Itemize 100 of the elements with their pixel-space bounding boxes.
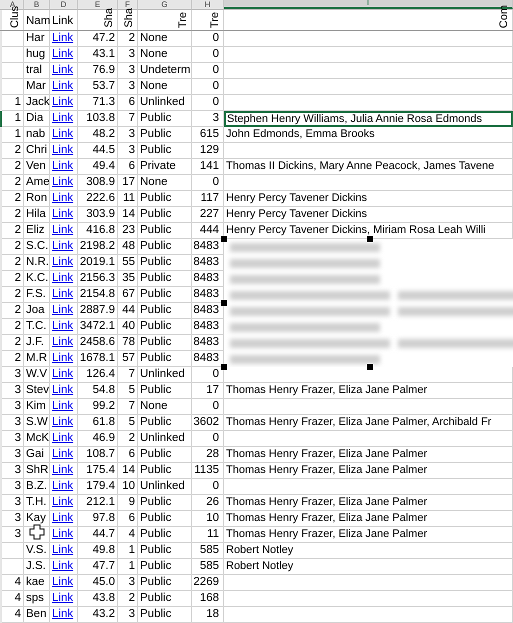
tree-count-cell: 3 [212, 111, 219, 126]
link[interactable]: Link [52, 319, 74, 334]
cluster-cell: 3 [14, 527, 21, 542]
resize-handle-icon[interactable] [221, 236, 227, 242]
name-cell: Dia [26, 111, 44, 126]
link[interactable]: Link [52, 479, 74, 494]
cluster-cell: 1 [14, 111, 21, 126]
tree-cell: Unlinked [140, 367, 185, 382]
link[interactable]: Link [52, 175, 74, 190]
cluster-cell: 2 [14, 335, 21, 350]
name-cell: J.S. [26, 559, 46, 574]
cluster-cell: 3 [14, 511, 21, 526]
link[interactable]: Link [52, 223, 74, 238]
column-letter[interactable]: E [94, 0, 100, 9]
link[interactable]: Link [52, 399, 74, 414]
link[interactable]: Link [52, 335, 74, 350]
link[interactable]: Link [52, 79, 74, 94]
link[interactable]: Link [52, 31, 74, 46]
link[interactable]: Link [52, 367, 74, 382]
link[interactable]: Link [52, 447, 74, 462]
link[interactable]: Link [52, 191, 74, 206]
share-cell: 53.7 [92, 79, 115, 94]
tree-count-cell: 0 [212, 175, 219, 190]
cluster-cell: 1 [14, 127, 21, 142]
name-cell: Chri [26, 143, 48, 158]
count-cell: 2 [128, 31, 135, 46]
share-cell: 44.7 [92, 527, 115, 542]
cluster-cell: 3 [14, 495, 21, 510]
name-cell: S.W [26, 415, 48, 430]
tree-cell: Public [140, 207, 172, 222]
name-cell: Ron [26, 191, 48, 206]
link[interactable]: Link [52, 431, 74, 446]
column-header: Tre [209, 12, 221, 28]
name-cell: F.S. [26, 287, 46, 302]
tree-count-cell: 615 [200, 127, 219, 142]
share-cell: 303.9 [86, 207, 115, 222]
share-cell: 1678.1 [80, 351, 115, 366]
name-cell: Gai [26, 447, 44, 462]
count-cell: 3 [128, 79, 135, 94]
name-cell: Har [26, 31, 45, 46]
share-cell: 103.8 [86, 111, 115, 126]
link[interactable]: Link [52, 415, 74, 430]
link[interactable]: Link [52, 383, 74, 398]
count-cell: 6 [128, 95, 135, 110]
count-cell: 7 [128, 367, 135, 382]
selected-cell[interactable]: Stephen Henry Williams, Julia Annie Rosa Edmonds [224, 111, 513, 127]
link[interactable]: Link [52, 271, 74, 286]
tree-count-cell: 10 [206, 511, 219, 526]
name-cell: nab [26, 127, 46, 142]
tree-cell: Undeterm [140, 63, 190, 78]
cluster-cell: 2 [14, 143, 21, 158]
link[interactable]: Link [52, 47, 74, 62]
link[interactable]: Link [52, 607, 74, 622]
link[interactable]: Link [52, 351, 74, 366]
link[interactable]: Link [52, 495, 74, 510]
link[interactable]: Link [52, 159, 74, 174]
link[interactable]: Link [52, 591, 74, 606]
column-letter[interactable]: H [204, 0, 210, 9]
tree-count-cell: 8483 [193, 335, 219, 350]
link[interactable]: Link [52, 143, 74, 158]
column-header: Sha [103, 8, 115, 28]
tree-cell: None [140, 79, 168, 94]
share-cell: 44.5 [92, 143, 115, 158]
resize-handle-icon[interactable] [221, 364, 227, 370]
name-cell: B.Z. [26, 479, 48, 494]
tree-count-cell: 0 [212, 47, 219, 62]
comment-cell: Robert Notley [226, 543, 294, 558]
link[interactable]: Link [52, 463, 74, 478]
cluster-cell: 3 [14, 431, 21, 446]
link[interactable]: Link [52, 95, 74, 110]
column-letter[interactable]: B [34, 0, 40, 9]
cluster-cell: 4 [14, 591, 21, 606]
link[interactable]: Link [52, 255, 74, 270]
link[interactable]: Link [52, 127, 74, 142]
link[interactable]: Link [52, 111, 74, 126]
column-letter[interactable]: F [125, 0, 130, 9]
link[interactable]: Link [52, 511, 74, 526]
link[interactable]: Link [52, 559, 74, 574]
link[interactable]: Link [52, 287, 74, 302]
count-cell: 57 [122, 351, 135, 366]
resize-handle-icon[interactable] [221, 300, 227, 306]
link[interactable]: Link [52, 575, 74, 590]
tree-count-cell: 8483 [193, 287, 219, 302]
link[interactable]: Link [52, 527, 74, 542]
tree-cell: Public [140, 527, 172, 542]
resize-handle-icon[interactable] [367, 364, 373, 370]
count-cell: 67 [122, 287, 135, 302]
count-cell: 7 [128, 399, 135, 414]
resize-handle-icon[interactable] [367, 236, 373, 242]
link[interactable]: Link [52, 63, 74, 78]
share-cell: 49.8 [92, 543, 115, 558]
link[interactable]: Link [52, 543, 74, 558]
link[interactable]: Link [52, 239, 74, 254]
cluster-cell: 2 [14, 175, 21, 190]
link[interactable]: Link [52, 303, 74, 318]
name-cell: ShR [26, 463, 48, 478]
link[interactable]: Link [52, 207, 74, 222]
tree-count-cell: 585 [200, 559, 219, 574]
column-letter[interactable]: D [60, 0, 66, 9]
column-letter[interactable]: G [161, 0, 168, 9]
